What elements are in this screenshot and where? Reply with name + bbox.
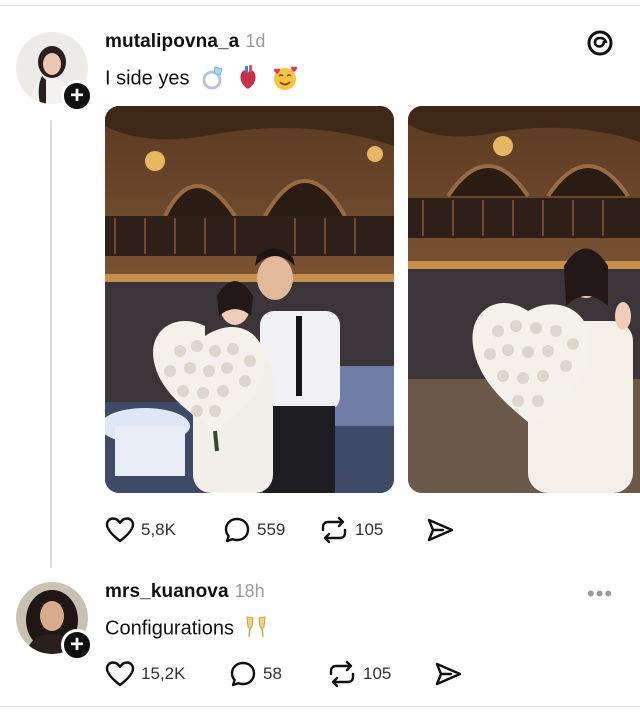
threads-logo-icon[interactable] — [586, 29, 614, 62]
more-dots-icon[interactable]: ••• — [587, 583, 613, 605]
post-text: Configurations — [105, 617, 234, 640]
reply-button[interactable]: 559 — [223, 516, 319, 544]
like-button[interactable]: 5,8K — [105, 516, 223, 544]
post-header: mrs_kuanova 18h — [105, 581, 265, 603]
post-text-row: I side yes — [105, 64, 299, 97]
thread-line — [50, 120, 52, 568]
top-divider — [0, 5, 640, 6]
reply-button[interactable]: 58 — [229, 660, 327, 688]
anatomical-heart-emoji — [236, 65, 260, 96]
post-actions: 5,8K 559 105 — [105, 516, 455, 544]
send-icon — [433, 660, 463, 688]
post-header: mutalipovna_a 1d — [105, 31, 265, 53]
comment-bubble-icon — [223, 516, 251, 544]
follow-button[interactable]: + — [61, 80, 93, 112]
ring-emoji — [200, 65, 226, 96]
share-button[interactable] — [425, 516, 455, 544]
post-photo[interactable] — [408, 106, 640, 493]
reply-count: 58 — [263, 664, 282, 683]
heart-icon — [105, 660, 135, 688]
send-icon — [425, 516, 455, 544]
clinking-glasses-emoji — [244, 615, 268, 646]
plus-icon: + — [69, 631, 84, 658]
smiling-face-with-hearts-emoji — [271, 64, 299, 97]
follow-button[interactable]: + — [61, 629, 93, 661]
timestamp: 18h — [234, 581, 265, 601]
post-text-row: Configurations — [105, 615, 268, 646]
share-button[interactable] — [433, 660, 463, 688]
heart-icon — [105, 516, 135, 544]
post-actions: 15,2K 58 105 — [105, 660, 463, 688]
post-photo[interactable] — [105, 106, 394, 493]
plus-icon: + — [69, 82, 84, 109]
repost-count: 105 — [355, 520, 384, 539]
like-count: 15,2K — [141, 664, 186, 683]
repost-icon — [327, 660, 357, 688]
timestamp: 1d — [245, 31, 266, 51]
bottom-divider — [0, 706, 640, 707]
repost-icon — [319, 516, 349, 544]
repost-count: 105 — [363, 664, 392, 683]
repost-button[interactable]: 105 — [327, 660, 433, 688]
username[interactable]: mutalipovna_a — [105, 31, 239, 52]
like-button[interactable]: 15,2K — [105, 660, 229, 688]
like-count: 5,8K — [141, 520, 176, 539]
repost-button[interactable]: 105 — [319, 516, 425, 544]
comment-bubble-icon — [229, 660, 257, 688]
post-text: I side yes — [105, 67, 190, 90]
reply-count: 559 — [257, 520, 286, 539]
username[interactable]: mrs_kuanova — [105, 581, 229, 602]
